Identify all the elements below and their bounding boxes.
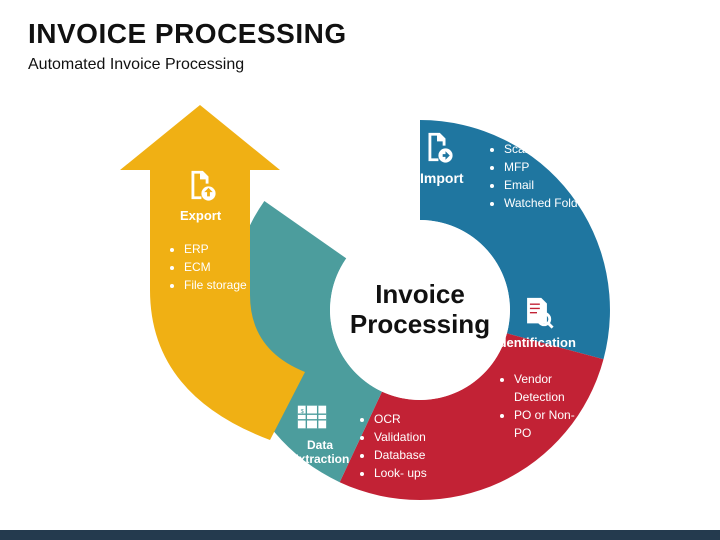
list-item: File storage: [184, 276, 250, 294]
center-text-line2: Processing: [350, 309, 490, 339]
document-export-icon: [183, 168, 217, 207]
list-item: ECM: [184, 258, 250, 276]
list-item: OCR: [374, 410, 427, 428]
extraction-label-text: Data Extraction: [291, 438, 350, 466]
extraction-items: OCRValidationDatabaseLook- ups: [360, 410, 427, 482]
list-item: Validation: [374, 428, 427, 446]
export-items: ERPECMFile storage: [170, 240, 250, 294]
identification-label: Identification: [495, 335, 576, 350]
list-item: Vendor Detection: [514, 370, 590, 406]
center-label: Invoice Processing: [350, 280, 490, 340]
center-circle: Invoice Processing: [330, 220, 510, 400]
list-item: Watched Folder: [504, 194, 588, 212]
footer-bar: [0, 530, 720, 540]
magnify-document-icon: [520, 295, 554, 334]
extraction-label: Data Extraction: [290, 438, 350, 467]
process-diagram: Invoice Processing Import ScannerMFPEmai…: [0, 0, 720, 540]
import-items: ScannerMFPEmailWatched Folder: [490, 140, 588, 212]
list-item: MFP: [504, 158, 588, 176]
list-item: ERP: [184, 240, 250, 258]
document-import-icon: [420, 130, 454, 169]
export-label: Export: [180, 208, 221, 223]
identification-items: Vendor DetectionPO or Non-PO: [500, 370, 590, 442]
list-item: Scanner: [504, 140, 588, 158]
center-text-line1: Invoice: [375, 279, 465, 309]
list-item: Look- ups: [374, 464, 427, 482]
import-label: Import: [420, 170, 464, 186]
list-item: Email: [504, 176, 588, 194]
list-item: Database: [374, 446, 427, 464]
list-item: PO or Non-PO: [514, 406, 590, 442]
data-grid-icon: $: [295, 400, 329, 439]
